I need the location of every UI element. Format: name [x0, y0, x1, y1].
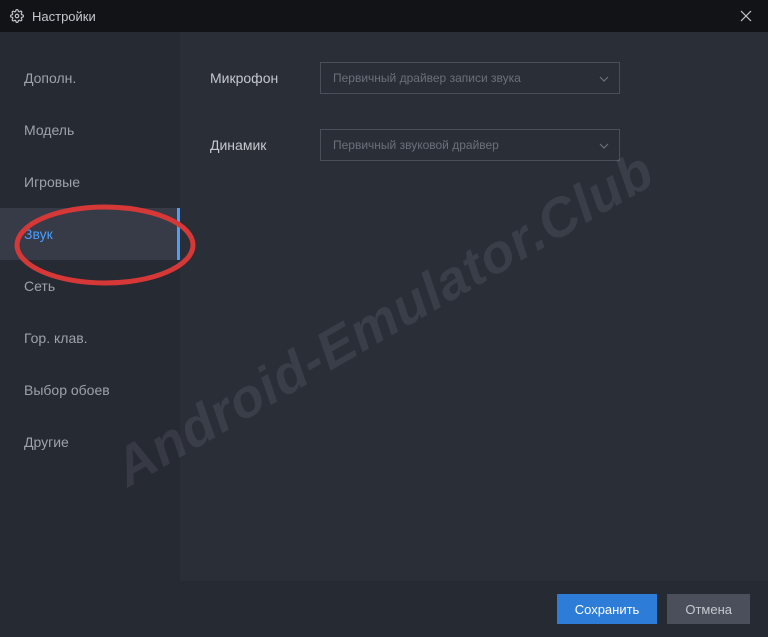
content: Дополн. Модель Игровые Звук Сеть Гор. кл… — [0, 32, 768, 581]
save-button-label: Сохранить — [575, 602, 640, 617]
speaker-row: Динамик Первичный звуковой драйвер — [210, 129, 728, 161]
speaker-select-value: Первичный звуковой драйвер — [333, 138, 499, 152]
sidebar-item-wallpaper[interactable]: Выбор обоев — [0, 364, 180, 416]
sidebar-item-gaming[interactable]: Игровые — [0, 156, 180, 208]
sidebar: Дополн. Модель Игровые Звук Сеть Гор. кл… — [0, 32, 180, 581]
cancel-button[interactable]: Отмена — [667, 594, 750, 624]
sidebar-item-label: Звук — [24, 226, 53, 242]
microphone-select[interactable]: Первичный драйвер записи звука — [320, 62, 620, 94]
sidebar-item-label: Выбор обоев — [24, 382, 110, 398]
sidebar-item-label: Сеть — [24, 278, 55, 294]
microphone-label: Микрофон — [210, 70, 320, 86]
gear-icon — [10, 9, 24, 23]
sidebar-item-sound[interactable]: Звук — [0, 208, 180, 260]
sidebar-item-network[interactable]: Сеть — [0, 260, 180, 312]
sidebar-item-label: Другие — [24, 434, 69, 450]
settings-window: Настройки Дополн. Модель Игровые Звук — [0, 0, 768, 637]
window-title: Настройки — [32, 9, 96, 24]
sidebar-item-extra[interactable]: Дополн. — [0, 52, 180, 104]
sidebar-item-model[interactable]: Модель — [0, 104, 180, 156]
titlebar-left: Настройки — [10, 9, 96, 24]
sidebar-item-hotkeys[interactable]: Гор. клав. — [0, 312, 180, 364]
footer: Сохранить Отмена — [0, 581, 768, 637]
microphone-row: Микрофон Первичный драйвер записи звука — [210, 62, 728, 94]
titlebar: Настройки — [0, 0, 768, 32]
chevron-down-icon — [599, 138, 609, 152]
speaker-label: Динамик — [210, 137, 320, 153]
main-panel: Микрофон Первичный драйвер записи звука … — [180, 32, 768, 581]
speaker-select[interactable]: Первичный звуковой драйвер — [320, 129, 620, 161]
sidebar-item-label: Гор. клав. — [24, 330, 88, 346]
chevron-down-icon — [599, 71, 609, 85]
sidebar-item-label: Дополн. — [24, 70, 76, 86]
save-button[interactable]: Сохранить — [557, 594, 658, 624]
microphone-select-value: Первичный драйвер записи звука — [333, 71, 521, 85]
sidebar-item-label: Игровые — [24, 174, 80, 190]
sidebar-item-label: Модель — [24, 122, 74, 138]
sidebar-item-other[interactable]: Другие — [0, 416, 180, 468]
close-button[interactable] — [734, 4, 758, 28]
cancel-button-label: Отмена — [685, 602, 732, 617]
